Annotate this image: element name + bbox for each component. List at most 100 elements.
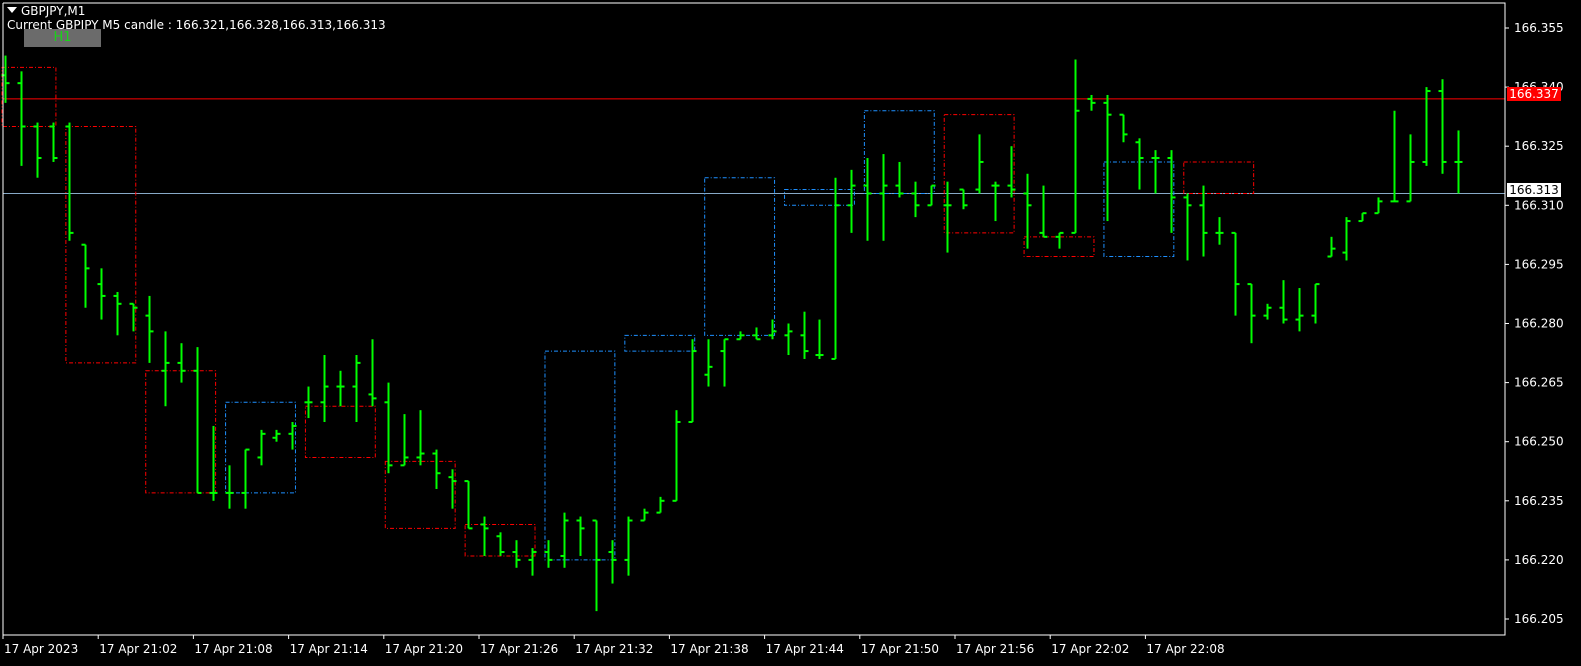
ohlc-bar-66 [1055,231,1064,249]
ohlc-bar-41 [656,496,665,514]
ohlc-bar-5 [81,243,90,308]
ohlc-bar-32 [512,540,521,568]
y-tick-label: 166.250 [1514,435,1564,449]
x-tick-label: 17 Apr 21:50 [861,642,939,656]
ohlc-bar-42 [672,410,681,502]
ohlc-bar-45 [720,338,729,387]
m5-candle-box-8 [624,334,696,352]
ohlc-bar-30 [480,516,489,556]
ohlc-bar-83 [1327,236,1336,258]
ohlc-bar-52 [831,177,840,360]
ohlc-bar-20 [320,355,329,422]
m5-candle-box-10 [784,189,855,206]
ohlc-bar-47 [752,327,761,341]
ohlc-bar-78 [1247,283,1256,344]
symbol-text: GBPJPY,M1 [21,4,86,18]
ohlc-bar-79 [1263,303,1272,320]
x-tick-label: 17 Apr 22:02 [1051,642,1129,656]
ohlc-bar-71 [1135,138,1144,190]
y-tick-label: 166.265 [1514,376,1564,390]
ohlc-bar-75 [1199,185,1208,257]
ohlc-bar-7 [113,291,122,336]
ohlc-bar-68 [1087,94,1096,111]
dropdown-triangle-icon[interactable] [7,7,17,13]
y-tick-label: 166.325 [1514,139,1564,153]
ohlc-bar-85 [1358,212,1367,223]
ohlc-bar-12 [193,347,202,494]
chart-symbol-label[interactable]: GBPJPY,M1 [7,4,85,18]
ohlc-bar-25 [400,414,409,467]
y-tick-label: 166.235 [1514,494,1564,508]
ohlc-bar-13 [209,425,218,501]
red-line-price-tag: 166.337 [1507,87,1561,101]
m5-candle-box-5 [384,460,456,529]
x-tick-label: 17 Apr 2023 [4,642,78,656]
ohlc-bar-64 [1023,173,1032,249]
ohlc-bar-16 [257,429,266,466]
x-tick-label: 17 Apr 21:20 [385,642,463,656]
ohlc-bar-61 [975,134,984,194]
price-chart[interactable]: 166.355166.340166.325166.310166.295166.2… [0,0,1581,666]
ohlc-bar-62 [991,181,1000,222]
m5-candle-box-15 [1183,161,1255,194]
timeframe-h1-button[interactable]: H1 [24,29,101,47]
ohlc-bar-14 [225,465,234,509]
ohlc-bar-38 [608,540,617,584]
ohlc-bar-39 [624,516,633,576]
ohlc-bar-18 [288,422,297,450]
ohlc-bar-29 [464,480,473,530]
m5-candle-box-9 [704,177,776,336]
x-tick-label: 17 Apr 21:14 [290,642,368,656]
x-tick-label: 17 Apr 21:44 [766,642,844,656]
ohlc-bar-8 [129,302,138,332]
ohlc-bar-50 [800,311,809,359]
ohlc-bar-84 [1342,217,1351,261]
ohlc-bar-48 [768,319,777,340]
ohlc-bar-43 [688,339,697,423]
chart-window[interactable]: 166.355166.340166.325166.310166.295166.2… [0,0,1581,666]
ohlc-bar-2 [33,122,42,178]
ohlc-bar-3 [49,122,58,162]
ohlc-bar-23 [368,339,377,407]
ohlc-bar-21 [336,370,345,407]
ohlc-bar-87 [1390,110,1399,203]
ohlc-bar-91 [1454,130,1463,194]
y-tick-label: 166.310 [1514,198,1564,212]
ohlc-bar-34 [544,540,553,568]
ohlc-bar-80 [1279,280,1288,324]
ohlc-bar-40 [640,508,649,522]
ohlc-bar-81 [1295,288,1304,332]
ohlc-bar-4 [65,122,74,241]
x-tick-label: 17 Apr 22:08 [1146,642,1224,656]
ohlc-bar-67 [1071,59,1080,234]
x-tick-label: 17 Apr 21:26 [480,642,558,656]
ohlc-bar-55 [879,154,888,241]
m5-candle-box-2 [145,370,217,494]
ohlc-bar-82 [1311,283,1320,324]
x-tick-label: 17 Apr 21:02 [99,642,177,656]
ohlc-bar-10 [161,331,170,407]
ohlc-bar-57 [911,181,920,218]
ohlc-bar-15 [241,448,250,509]
x-tick-label: 17 Apr 21:08 [194,642,272,656]
ohlc-bar-51 [815,319,824,359]
ohlc-bar-1 [17,71,26,166]
ohlc-bar-69 [1103,94,1112,222]
ohlc-bar-88 [1406,134,1415,203]
ohlc-bar-77 [1231,231,1240,316]
m5-candle-box-0 [1,66,57,127]
ohlc-bar-6 [97,268,106,320]
ohlc-bar-86 [1374,197,1383,215]
x-tick-label: 17 Apr 21:38 [670,642,748,656]
current-price-tag: 166.313 [1507,183,1561,197]
ohlc-bar-26 [416,410,425,466]
ohlc-bar-44 [704,339,713,387]
ohlc-bar-17 [272,429,281,442]
ohlc-bar-22 [352,355,361,422]
ohlc-bar-90 [1438,79,1447,174]
ohlc-bar-76 [1215,217,1224,245]
ohlc-bar-70 [1119,113,1128,143]
ohlc-bar-60 [959,188,968,210]
ohlc-bar-36 [576,516,585,556]
y-tick-label: 166.355 [1514,21,1564,35]
